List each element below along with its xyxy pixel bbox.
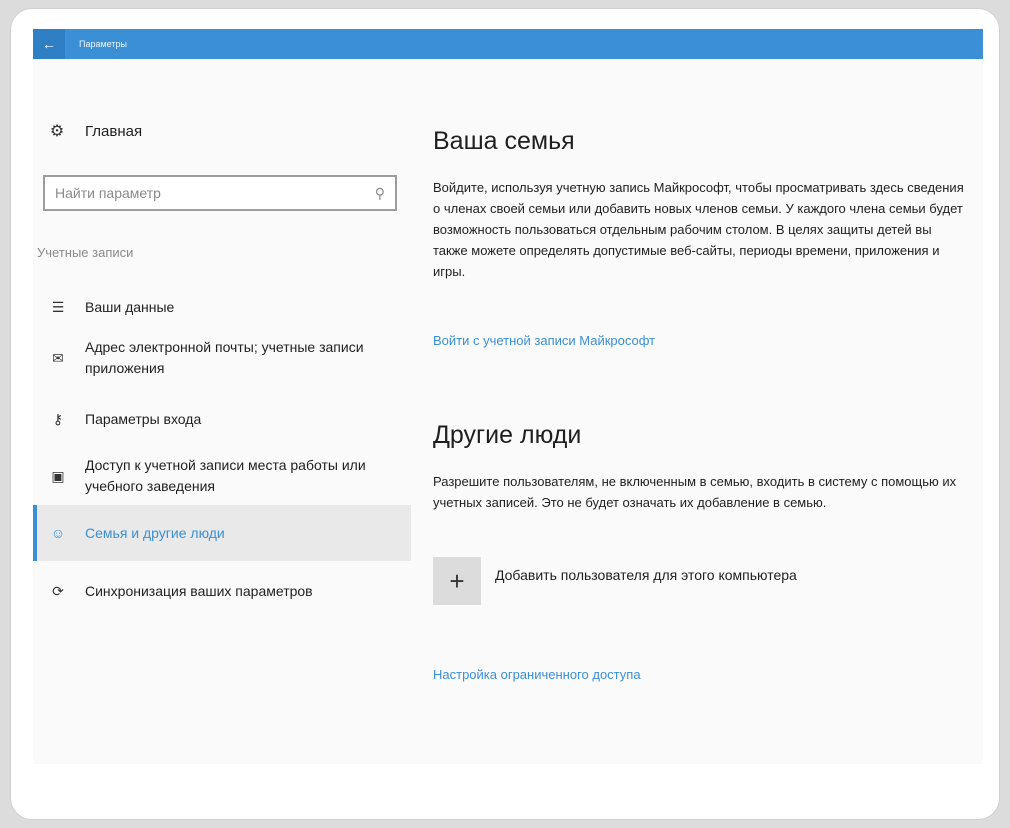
nav-home-label: Главная bbox=[85, 122, 143, 140]
search-placeholder: Найти параметр bbox=[55, 185, 161, 201]
sidebar-item-label: Адрес электронной почты; учетные записи … bbox=[85, 339, 364, 376]
sidebar-item-label: Доступ к учетной записи места работы или… bbox=[85, 457, 366, 494]
sidebar: ⚙ Главная Найти параметр ⚲ Учетные запис… bbox=[33, 59, 411, 764]
other-people-heading: Другие люди bbox=[433, 421, 582, 449]
search-icon: ⚲ bbox=[374, 184, 385, 201]
sidebar-item-work-access[interactable]: ▣ Доступ к учетной записи места работы и… bbox=[33, 453, 411, 499]
family-description: Войдите, используя учетную запись Майкро… bbox=[433, 180, 964, 279]
add-user-label[interactable]: Добавить пользователя для этого компьюте… bbox=[495, 567, 797, 583]
people-icon: ☺ bbox=[50, 524, 66, 541]
key-icon: ⚷ bbox=[52, 410, 64, 427]
briefcase-icon: ▣ bbox=[51, 467, 65, 484]
sidebar-item-email-accounts[interactable]: ✉ Адрес электронной почты; учетные запис… bbox=[33, 335, 411, 381]
search-input[interactable]: Найти параметр ⚲ bbox=[43, 175, 397, 211]
sync-icon: ⟳ bbox=[52, 582, 64, 599]
gear-icon: ⚙ bbox=[49, 123, 65, 140]
back-button[interactable]: ← bbox=[33, 29, 65, 59]
settings-content: ⚙ Главная Найти параметр ⚲ Учетные запис… bbox=[33, 59, 983, 764]
nav-section-title: Учетные записи bbox=[37, 245, 134, 260]
mail-icon: ✉ bbox=[52, 349, 64, 366]
add-user-button[interactable]: + bbox=[433, 557, 481, 605]
title-bar: ← Параметры bbox=[33, 29, 983, 59]
sidebar-item-your-info[interactable]: ☰ Ваши данные bbox=[33, 293, 411, 321]
microsoft-signin-link[interactable]: Войти с учетной записи Майкрософт bbox=[433, 333, 655, 348]
sidebar-item-family[interactable]: ☺ Семья и другие люди bbox=[33, 505, 411, 561]
window-title: Параметры bbox=[79, 39, 127, 49]
sidebar-item-label: Параметры входа bbox=[85, 410, 202, 427]
family-heading: Ваша семья bbox=[433, 127, 575, 155]
person-card-icon: ☰ bbox=[51, 298, 65, 315]
back-arrow-icon: ← bbox=[42, 36, 56, 52]
add-user-row[interactable]: + Добавить пользователя для этого компью… bbox=[433, 557, 797, 605]
sidebar-item-label: Ваши данные bbox=[85, 298, 175, 315]
sidebar-item-label: Семья и другие люди bbox=[85, 524, 225, 541]
sidebar-item-sync[interactable]: ⟳ Синхронизация ваших параметров bbox=[33, 577, 411, 605]
settings-window: ← Параметры ⚙ Главная Найти параметр ⚲ У… bbox=[33, 29, 983, 764]
other-people-description: Разрешите пользователям, не включенным в… bbox=[433, 474, 957, 510]
plus-icon: + bbox=[449, 565, 465, 596]
restricted-access-link[interactable]: Настройка ограниченного доступа bbox=[433, 667, 641, 682]
sidebar-item-sign-in-options[interactable]: ⚷ Параметры входа bbox=[33, 405, 411, 433]
sidebar-item-label: Синхронизация ваших параметров bbox=[85, 582, 313, 599]
nav-home[interactable]: ⚙ Главная bbox=[47, 121, 142, 141]
